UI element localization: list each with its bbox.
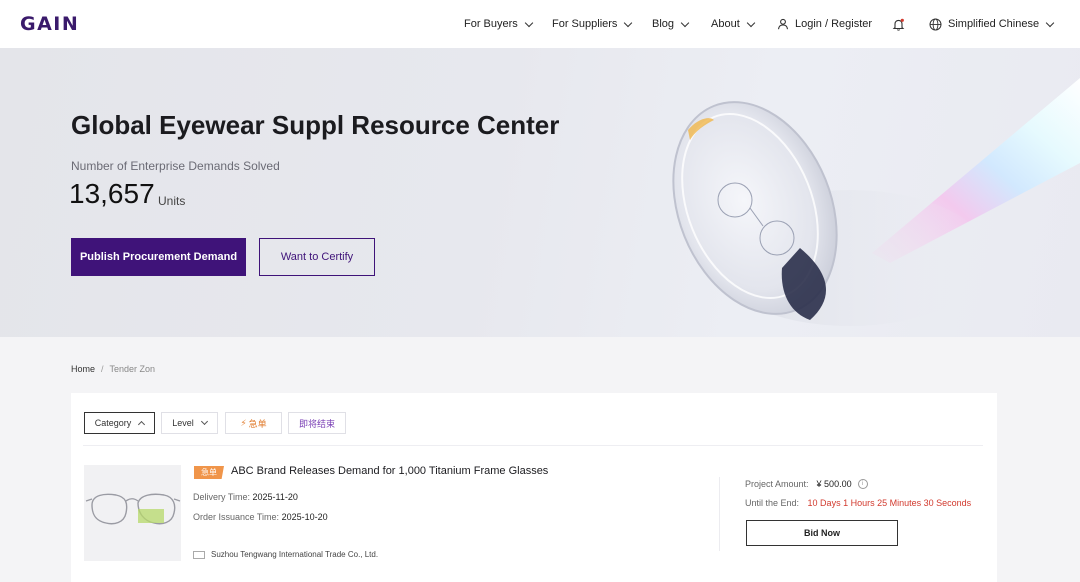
language-label: Simplified Chinese bbox=[948, 18, 1040, 30]
lens-illustration bbox=[672, 78, 1080, 326]
bell-icon bbox=[892, 18, 905, 31]
issuance-time-value: 2025-10-20 bbox=[281, 512, 328, 522]
company-info: Suzhou Tengwang International Trade Co.,… bbox=[193, 550, 378, 559]
top-header: GAIN For Buyers For Suppliers Blog About… bbox=[0, 0, 1080, 49]
login-register-link[interactable]: Login / Register bbox=[777, 0, 872, 48]
urgent-filter-label: 急单 bbox=[248, 418, 267, 429]
issuance-time: Order Issuance Time: 2025-10-20 bbox=[193, 512, 328, 522]
countdown-label: Until the End: bbox=[745, 498, 800, 508]
delivery-time-value: 2025-11-20 bbox=[252, 492, 298, 502]
want-to-certify-button[interactable]: Want to Certify bbox=[259, 238, 375, 276]
listing-title[interactable]: ABC Brand Releases Demand for 1,000 Tita… bbox=[231, 465, 548, 477]
user-icon bbox=[777, 18, 789, 30]
language-selector[interactable]: Simplified Chinese bbox=[929, 0, 1055, 48]
hero-banner: Global Eyewear Suppl Resource Center Num… bbox=[0, 48, 1080, 337]
breadcrumb-current: Tender Zon bbox=[109, 364, 156, 374]
ending-soon-filter[interactable]: 即将结束 bbox=[288, 412, 346, 434]
breadcrumb: Home / Tender Zon bbox=[71, 364, 155, 374]
countdown-value: 10 Days 1 Hours 25 Minutes 30 Seconds bbox=[807, 498, 972, 508]
globe-icon bbox=[929, 18, 942, 30]
publish-procurement-demand-button[interactable]: Publish Procurement Demand bbox=[71, 238, 246, 276]
nav-blog[interactable]: Blog bbox=[652, 0, 690, 48]
project-amount: Project Amount: ¥ 500.00 i bbox=[745, 479, 868, 489]
nav-for-suppliers-label: For Suppliers bbox=[552, 18, 618, 30]
delivery-time: Delivery Time: 2025-11-20 bbox=[193, 492, 298, 502]
demands-solved-unit: Units bbox=[158, 194, 186, 208]
category-filter[interactable]: Category bbox=[84, 412, 155, 434]
product-thumbnail[interactable] bbox=[84, 465, 181, 561]
lightning-icon: ⚡ bbox=[240, 417, 247, 428]
hero-title: Global Eyewear Suppl Resource Center bbox=[71, 110, 560, 140]
chevron-down-icon bbox=[746, 18, 755, 27]
company-name[interactable]: Suzhou Tengwang International Trade Co.,… bbox=[211, 550, 378, 559]
chevron-down-icon bbox=[680, 18, 690, 27]
chevron-down-icon bbox=[524, 18, 534, 27]
urgent-tag: 急单 bbox=[194, 466, 224, 479]
filter-divider bbox=[83, 445, 983, 446]
chevron-down-icon bbox=[624, 18, 633, 27]
level-filter[interactable]: Level bbox=[161, 412, 218, 434]
notifications-button[interactable] bbox=[892, 0, 905, 48]
category-filter-label: Category bbox=[94, 418, 132, 428]
hero-subtitle: Number of Enterprise Demands Solved bbox=[71, 159, 280, 173]
nav-blog-label: Blog bbox=[652, 18, 675, 30]
nav-for-suppliers[interactable]: For Suppliers bbox=[552, 0, 633, 48]
nav-for-buyers-label: For Buyers bbox=[464, 18, 518, 30]
project-amount-value: ¥ 500.00 bbox=[816, 479, 852, 489]
gain-logo[interactable]: GAIN bbox=[20, 13, 79, 35]
ending-soon-filter-label: 即将结束 bbox=[298, 418, 335, 429]
bid-now-button[interactable]: Bid Now bbox=[746, 520, 898, 546]
nav-about-label: About bbox=[711, 18, 740, 30]
nav-for-buyers[interactable]: For Buyers bbox=[464, 0, 534, 48]
demands-solved-count: 13,657 bbox=[69, 178, 155, 209]
login-register-label: Login / Register bbox=[795, 18, 873, 30]
nav-about[interactable]: About bbox=[711, 0, 755, 48]
tender-list-panel: Category Level ⚡ 急单 即将结束 急单 ABC Brand Re… bbox=[71, 393, 997, 582]
vertical-divider bbox=[719, 477, 720, 551]
level-filter-label: Level bbox=[172, 418, 194, 428]
company-logo-icon bbox=[193, 550, 205, 559]
glasses-image bbox=[84, 465, 181, 561]
breadcrumb-home[interactable]: Home bbox=[71, 364, 95, 374]
countdown: Until the End: 10 Days 1 Hours 25 Minute… bbox=[745, 498, 971, 508]
delivery-time-label: Delivery Time: bbox=[193, 492, 251, 502]
urgent-filter[interactable]: ⚡ 急单 bbox=[225, 412, 282, 434]
info-icon[interactable]: i bbox=[857, 479, 868, 489]
chevron-up-icon bbox=[138, 420, 146, 429]
project-amount-label: Project Amount: bbox=[745, 479, 809, 489]
issuance-time-label: Order Issuance Time: bbox=[193, 512, 280, 522]
chevron-down-icon bbox=[200, 417, 208, 426]
breadcrumb-separator: / bbox=[101, 364, 104, 374]
chevron-down-icon bbox=[1045, 18, 1055, 27]
